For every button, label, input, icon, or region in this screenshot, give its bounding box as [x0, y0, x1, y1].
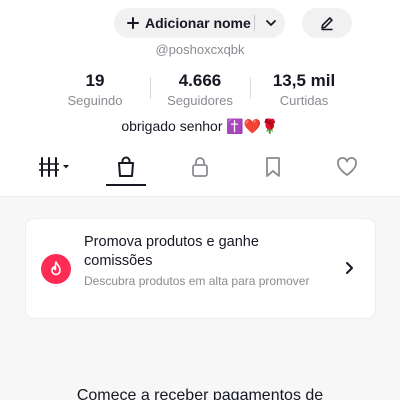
followers-label: Seguidores [167, 93, 233, 108]
add-name-button[interactable]: Adicionar nome [114, 8, 285, 38]
flame-icon [41, 254, 71, 284]
promo-card[interactable]: Promova produtos e ganhe comissões Descu… [26, 219, 375, 318]
promo-description: Descubra produtos em alta para promover [84, 274, 310, 288]
stat-likes[interactable]: 13,5 mil Curtidas [259, 71, 349, 110]
likes-count: 13,5 mil [272, 71, 336, 90]
add-name-label: Adicionar nome [145, 15, 251, 31]
active-tab-indicator [106, 184, 146, 186]
tab-saved[interactable] [243, 150, 303, 184]
username: @poshoxcxqbk [155, 42, 245, 57]
grid-icon [39, 157, 69, 177]
shopping-bag-icon [118, 156, 134, 177]
following-label: Seguindo [67, 93, 123, 108]
tab-content: Promova produtos e ganhe comissões Descu… [0, 196, 400, 400]
profile-stats: 19 Seguindo 4.666 Seguidores 13,5 mil Cu… [0, 71, 400, 111]
chevron-right-icon [346, 262, 353, 274]
profile-tabs [0, 150, 400, 190]
pencil-icon [321, 17, 333, 31]
tab-videos-grid[interactable] [25, 150, 85, 184]
followers-count: 4.666 [178, 71, 222, 90]
tab-private[interactable] [170, 150, 230, 184]
profile-header: Adicionar nome @poshoxcxqbk 19 Seguindo … [0, 0, 400, 196]
profile-action-row: Adicionar nome [0, 8, 400, 38]
edit-profile-button[interactable] [302, 8, 352, 38]
earnings-teaser: Comece a receber pagamentos de [76, 387, 324, 400]
following-count: 19 [85, 71, 105, 90]
chevron-down-icon[interactable] [264, 17, 278, 29]
stat-divider [150, 77, 151, 99]
heart-icon [337, 157, 357, 176]
stat-divider [250, 77, 251, 99]
bookmark-icon [266, 157, 280, 177]
stat-followers[interactable]: 4.666 Seguidores [155, 71, 245, 110]
stat-following[interactable]: 19 Seguindo [50, 71, 140, 110]
plus-icon [126, 16, 140, 30]
promo-title: Promova produtos e ganhe comissões [84, 234, 259, 269]
tab-liked[interactable] [317, 150, 377, 184]
lock-icon [192, 157, 208, 177]
tab-shop[interactable] [96, 150, 156, 184]
flame-glyph [51, 261, 61, 276]
button-divider [254, 15, 255, 31]
likes-label: Curtidas [279, 93, 329, 108]
profile-bio: obrigado senhor ✝️❤️🌹 [121, 118, 279, 134]
